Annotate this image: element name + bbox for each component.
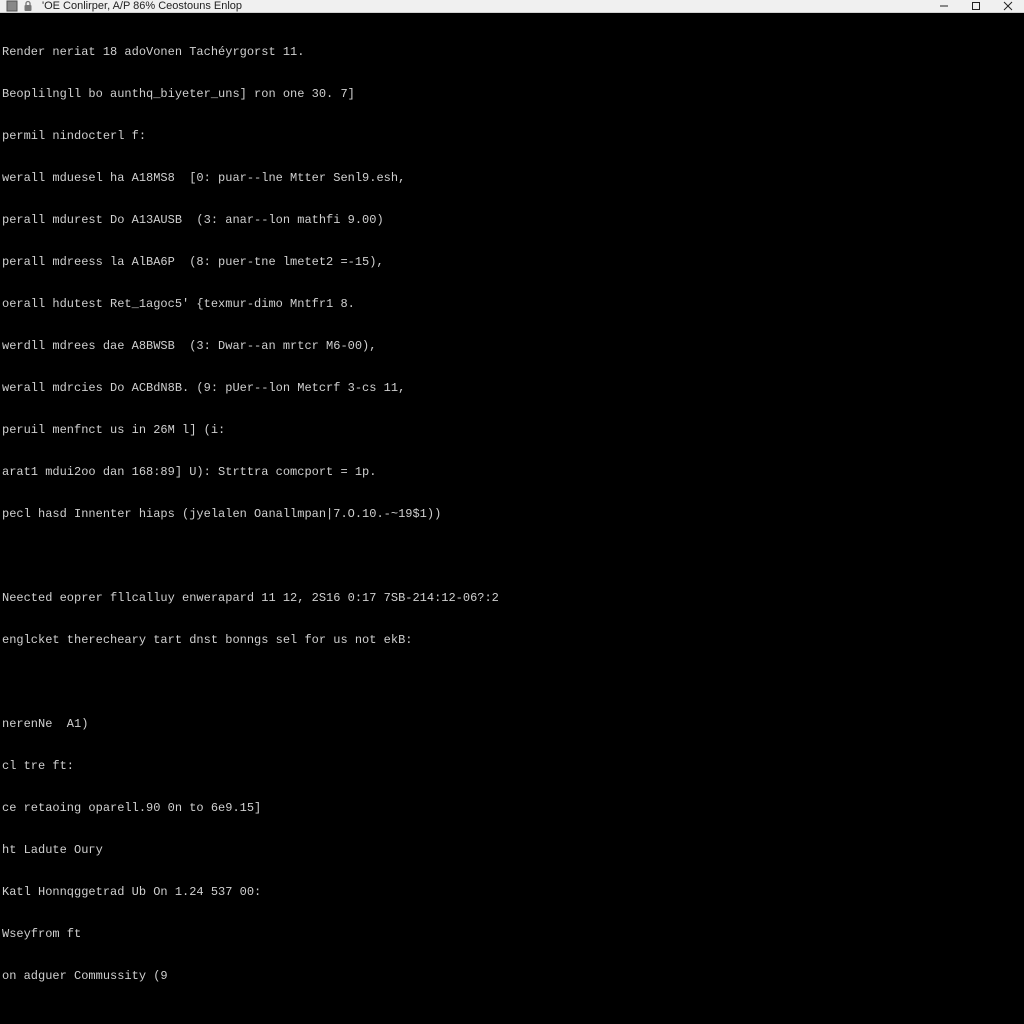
minimize-button[interactable] [928,0,960,12]
titlebar-icon-group [0,0,40,12]
titlebar[interactable]: 'OE Conlirper, A/P 86% Ceostouns Enlop [0,0,1024,13]
terminal-line: Wseyfrom ft [2,927,1022,941]
terminal-line: werall mduesel ha A18MS8 [0: puar--lne M… [2,171,1022,185]
maximize-button[interactable] [960,0,992,12]
terminal-line: peruil menfnct us in 26M l] (i: [2,423,1022,437]
terminal-line: on adguer Commussity (9 [2,969,1022,983]
terminal-blank-line [2,675,1022,689]
terminal-viewport[interactable]: Render neriat 18 adoVonen Tachéyrgorst 1… [0,13,1024,1024]
terminal-line: englcket therecheary tart dnst bonngs se… [2,633,1022,647]
terminal-line: perall mdurest Do A13AUSB (3: anar--lon … [2,213,1022,227]
app-window: 'OE Conlirper, A/P 86% Ceostouns Enlop R… [0,0,1024,1024]
terminal-line: arat1 mdui2oo dan 168:89] U): Strttra co… [2,465,1022,479]
lock-icon [22,0,34,12]
terminal-line: werall mdrcies Do ACBdN8B. (9: pUer--lon… [2,381,1022,395]
window-controls [928,0,1024,12]
terminal-line: Render neriat 18 adoVonen Tachéyrgorst 1… [2,45,1022,59]
terminal-line: cl tre ft: [2,759,1022,773]
terminal-line: ht Ladute Ouгy [2,843,1022,857]
terminal-line: werdll mdrees dae A8BWSB (3: Dwar--an mr… [2,339,1022,353]
terminal-line: pecl hasd Innenter hiaps (jyelalen Oanal… [2,507,1022,521]
terminal-blank-line [2,549,1022,563]
terminal-line: permil nindocterl f: [2,129,1022,143]
window-title: 'OE Conlirper, A/P 86% Ceostouns Enlop [40,0,242,12]
terminal-line: Neected eoprer fllcalluy enwerapard 11 1… [2,591,1022,605]
terminal-blank-line [2,1011,1022,1024]
terminal-line: Beoplilngll bo aunthq_biyeter_uns] ron o… [2,87,1022,101]
terminal-line: Katl Honnqggetrad Ub On 1.24 537 00: [2,885,1022,899]
terminal-line: nerenNe A1) [2,717,1022,731]
terminal-line: ce retaoing oparell.90 0n to 6e9.15] [2,801,1022,815]
app-icon [6,0,18,12]
terminal-line: perall mdreess la AlBA6P (8: puer-tne lm… [2,255,1022,269]
terminal-line: oerall hdutest Ret_1agoc5' {texmur-dimo … [2,297,1022,311]
close-button[interactable] [992,0,1024,12]
